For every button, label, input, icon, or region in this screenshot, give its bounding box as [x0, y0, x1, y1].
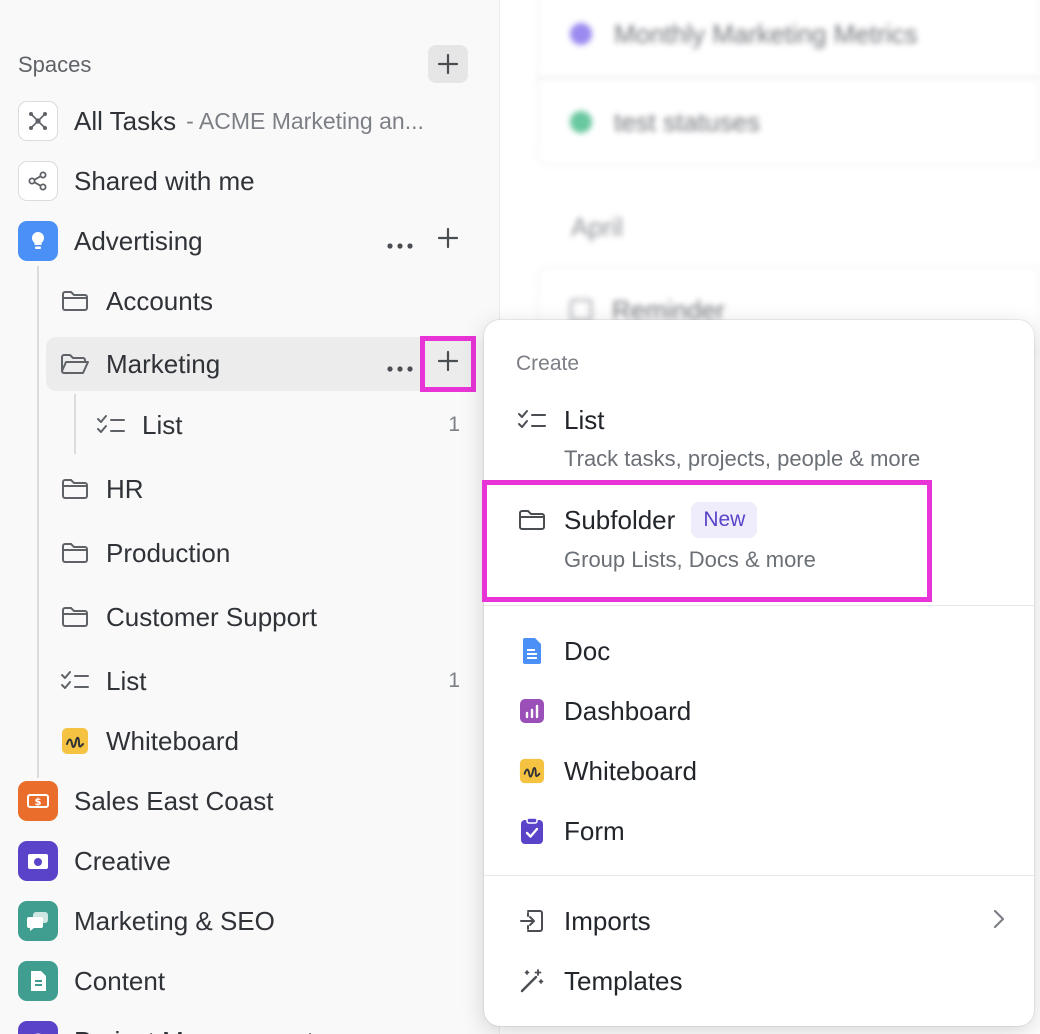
bg-row-test-statuses: test statuses: [537, 78, 1040, 166]
sidebar-list-marketing[interactable]: List 1: [0, 401, 499, 449]
chevron-right-icon: [992, 908, 1006, 935]
whiteboard-icon: [58, 724, 92, 758]
highlight-box: [420, 336, 476, 392]
sidebar-item-label: Content: [74, 965, 166, 996]
sidebar-space-advertising[interactable]: Advertising: [0, 217, 499, 265]
menu-item-imports[interactable]: Imports: [516, 905, 1006, 937]
sidebar: Spaces All Tasks - ACME Marketing an... …: [0, 0, 500, 1034]
menu-item-label: Doc: [564, 635, 611, 666]
add-space-button[interactable]: [428, 45, 468, 83]
form-icon: [516, 815, 548, 847]
menu-item-label: Templates: [564, 965, 683, 996]
plus-icon[interactable]: [436, 226, 460, 257]
money-icon: $: [18, 781, 58, 821]
menu-item-templates[interactable]: Templates: [516, 965, 683, 997]
sidebar-item-label: Advertising: [74, 225, 203, 256]
menu-item-description: Track tasks, projects, people & more: [564, 446, 921, 471]
sidebar-space-project-management[interactable]: Project Management: [0, 1017, 499, 1034]
folder-icon: [58, 536, 92, 570]
create-menu: Create List Track tasks, projects, peopl…: [482, 320, 1034, 1026]
whiteboard-icon: [516, 755, 548, 787]
sidebar-item-label: List: [106, 665, 147, 696]
sidebar-item-label: Shared with me: [74, 165, 255, 196]
magic-wand-icon: [516, 965, 548, 997]
menu-item-label: Whiteboard: [564, 755, 697, 786]
menu-item-list[interactable]: List: [516, 404, 604, 436]
camera-icon: [18, 841, 58, 881]
sidebar-whiteboard[interactable]: Whiteboard: [0, 717, 499, 765]
highlight-box: [482, 480, 932, 602]
sidebar-item-label: Project Management: [74, 1026, 314, 1034]
folder-icon: [58, 284, 92, 318]
folder-icon: [58, 472, 92, 506]
menu-divider: [484, 875, 1034, 876]
sidebar-item-shared[interactable]: Shared with me: [0, 157, 499, 205]
status-dot-icon: [570, 23, 592, 45]
sidebar-space-sales-east-coast[interactable]: $ Sales East Coast: [0, 777, 499, 825]
share-icon: [18, 161, 58, 201]
import-icon: [516, 905, 548, 937]
sidebar-space-marketing-seo[interactable]: Marketing & SEO: [0, 897, 499, 945]
sidebar-item-label: Accounts: [106, 285, 213, 316]
folder-icon: [58, 600, 92, 634]
sidebar-item-label: List: [142, 409, 183, 440]
sidebar-item-label: Customer Support: [106, 601, 317, 632]
sidebar-item-label: HR: [106, 473, 144, 504]
sidebar-item-label: Marketing: [106, 348, 221, 379]
menu-item-doc[interactable]: Doc: [516, 635, 610, 667]
sidebar-item-label: Production: [106, 537, 231, 568]
sidebar-item-all-tasks[interactable]: All Tasks - ACME Marketing an...: [0, 97, 499, 145]
checklist-icon: [94, 408, 128, 442]
menu-item-label: List: [564, 404, 605, 435]
sidebar-item-label: Creative: [74, 845, 171, 876]
dashboard-icon: [516, 695, 548, 727]
calendar-icon: [570, 299, 592, 321]
network-icon: [18, 101, 58, 141]
menu-divider: [484, 605, 1034, 606]
checklist-icon: [516, 404, 548, 436]
checklist-icon: [58, 664, 92, 698]
doc-icon: [516, 635, 548, 667]
document-icon: [18, 961, 58, 1001]
folder-open-icon: [58, 347, 92, 381]
plus-icon: [437, 53, 459, 75]
menu-item-label: Imports: [564, 905, 651, 936]
task-count: 1: [448, 669, 460, 692]
menu-item-whiteboard[interactable]: Whiteboard: [516, 755, 697, 787]
sidebar-folder-accounts[interactable]: Accounts: [0, 277, 499, 325]
bg-group-header: April: [571, 212, 624, 242]
sidebar-folder-production[interactable]: Production: [0, 529, 499, 577]
sidebar-item-label: Sales East Coast: [74, 785, 274, 816]
menu-item-form[interactable]: Form: [516, 815, 625, 847]
workspace-name: - ACME Marketing an...: [186, 107, 424, 134]
sidebar-folder-customer-support[interactable]: Customer Support: [0, 593, 499, 641]
sidebar-list-advertising[interactable]: List 1: [0, 657, 499, 705]
svg-text:$: $: [35, 797, 42, 808]
chat-icon: [18, 901, 58, 941]
status-dot-icon: [570, 111, 592, 133]
sidebar-folder-hr[interactable]: HR: [0, 465, 499, 513]
sidebar-space-creative[interactable]: Creative: [0, 837, 499, 885]
menu-item-dashboard[interactable]: Dashboard: [516, 695, 691, 727]
lightbulb-icon: [18, 221, 58, 261]
task-count: 1: [448, 413, 460, 436]
sidebar-item-label: Whiteboard: [106, 725, 239, 756]
bg-row-monthly-metrics: Monthly Marketing Metrics: [537, 0, 1040, 78]
menu-item-label: Dashboard: [564, 695, 692, 726]
more-options-icon[interactable]: [386, 349, 414, 380]
menu-section-title: Create: [516, 352, 580, 375]
sidebar-item-label: Marketing & SEO: [74, 905, 275, 936]
sidebar-space-content[interactable]: Content: [0, 957, 499, 1005]
more-options-icon[interactable]: [386, 226, 414, 257]
menu-item-label: Form: [564, 815, 625, 846]
sidebar-item-label: All Tasks: [74, 105, 177, 136]
spaces-header: Spaces: [18, 52, 92, 77]
gear-icon: [18, 1021, 58, 1034]
